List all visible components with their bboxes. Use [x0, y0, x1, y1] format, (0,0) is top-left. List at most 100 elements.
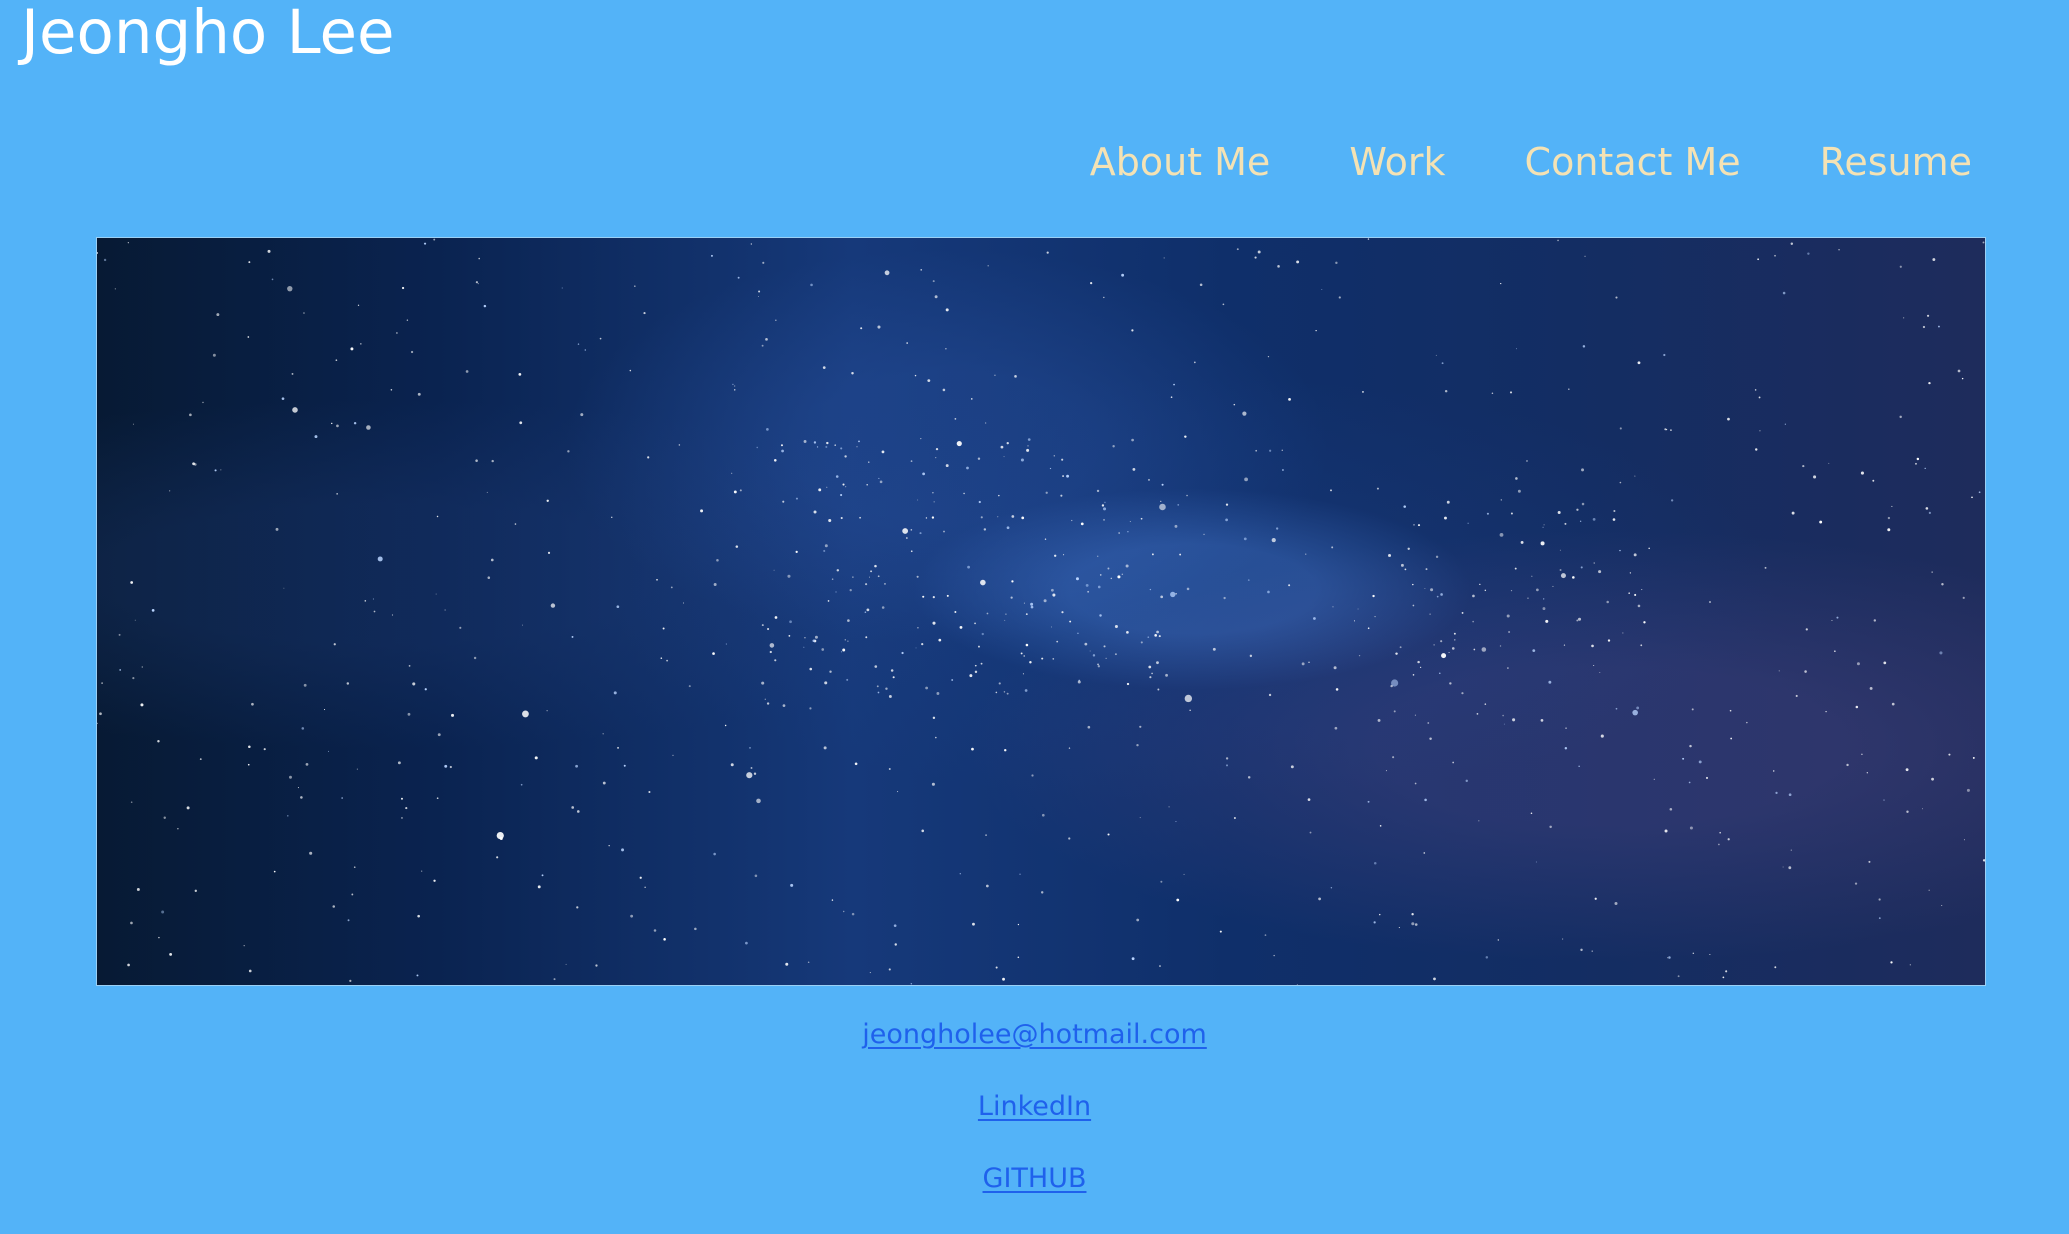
- star-dot: [807, 961, 810, 964]
- contact-links: jeongholee@hotmail.com LinkedIn GITHUB: [0, 1018, 2069, 1234]
- star-dot: [813, 510, 817, 514]
- star-dot: [1121, 273, 1125, 277]
- star-dot: [1129, 521, 1131, 523]
- star-dot: [922, 472, 926, 476]
- star-dot: [858, 440, 860, 443]
- star-dot: [1725, 970, 1728, 973]
- star-dot: [766, 428, 769, 431]
- email-link[interactable]: jeongholee@hotmail.com: [0, 1018, 2069, 1090]
- star-dot: [917, 626, 919, 629]
- star-dot: [1212, 647, 1216, 651]
- star-dot: [575, 764, 578, 768]
- star-dot: [1357, 608, 1359, 610]
- star-dot: [810, 283, 813, 287]
- star-dot: [1110, 577, 1113, 580]
- star-dot: [1063, 554, 1065, 556]
- star-dot: [1532, 649, 1536, 652]
- star-dot: [1025, 643, 1029, 647]
- star-dot: [1512, 718, 1516, 722]
- star-dot: [1727, 838, 1730, 841]
- star-dot: [816, 446, 819, 448]
- star-dot: [1446, 500, 1450, 504]
- star-dot: [959, 625, 963, 629]
- star-dot: [1131, 957, 1135, 961]
- star-dot: [870, 570, 873, 573]
- star-dot: [1805, 628, 1808, 631]
- star-dot: [1139, 725, 1142, 728]
- star-dot: [1194, 361, 1196, 364]
- star-dot: [287, 285, 293, 292]
- star-dot: [1526, 460, 1528, 462]
- star-dot: [1691, 708, 1694, 711]
- star-dot: [934, 736, 937, 739]
- star-dot: [608, 845, 610, 847]
- star-dot: [157, 740, 160, 743]
- star-dot: [1978, 491, 1981, 494]
- star-dot: [1961, 377, 1964, 380]
- nav-link-resume[interactable]: Resume: [1820, 136, 1972, 188]
- star-dot: [884, 270, 890, 276]
- star-dot: [1778, 670, 1780, 672]
- star-dot: [1254, 256, 1257, 259]
- star-dot: [1906, 810, 1909, 813]
- star-dot: [959, 873, 961, 875]
- star-dot: [1500, 282, 1502, 285]
- star-dot: [1400, 563, 1404, 567]
- star-dot: [987, 265, 989, 267]
- star-dot: [1579, 520, 1582, 522]
- nav-link-about-me[interactable]: About Me: [1090, 136, 1271, 188]
- star-dot: [97, 722, 98, 725]
- star-dot: [1637, 604, 1641, 608]
- star-dot: [1000, 445, 1004, 449]
- star-dot: [1391, 679, 1399, 687]
- star-dot: [410, 350, 414, 354]
- star-dot: [248, 969, 252, 973]
- star-dot: [1388, 553, 1392, 557]
- star-dot: [1641, 589, 1643, 591]
- star-dot: [1118, 532, 1120, 534]
- star-dot: [840, 516, 843, 520]
- star-dot: [925, 517, 928, 519]
- star-dot: [1417, 524, 1421, 527]
- star-dot: [769, 643, 775, 648]
- linkedin-link[interactable]: LinkedIn: [0, 1090, 2069, 1162]
- star-dot: [920, 268, 923, 271]
- star-dot: [189, 413, 192, 417]
- star-dot: [1560, 573, 1566, 579]
- star-dot: [273, 870, 276, 873]
- star-dot: [611, 516, 613, 519]
- star-dot: [169, 952, 173, 956]
- star-dot: [1062, 475, 1064, 477]
- star-dot: [1163, 257, 1165, 259]
- star-dot: [1497, 939, 1500, 941]
- star-dot: [1467, 522, 1469, 525]
- star-dot: [1502, 714, 1504, 717]
- star-dot: [1296, 984, 1298, 985]
- star-dot: [890, 669, 894, 672]
- nav-link-contact-me[interactable]: Contact Me: [1525, 136, 1741, 188]
- star-dot: [660, 657, 663, 659]
- github-link[interactable]: GITHUB: [0, 1162, 2069, 1234]
- star-dot: [814, 635, 818, 639]
- star-dot: [1878, 917, 1881, 919]
- star-dot: [435, 593, 437, 595]
- star-dot: [514, 523, 517, 525]
- star-dot: [1089, 650, 1091, 652]
- nav-link-work[interactable]: Work: [1349, 136, 1445, 188]
- star-dot: [1107, 567, 1110, 570]
- star-dot: [1017, 956, 1020, 959]
- star-dot: [963, 492, 965, 495]
- star-dot: [995, 691, 998, 694]
- star-dot: [1578, 617, 1582, 621]
- star-dot: [623, 764, 626, 767]
- star-dot: [773, 569, 775, 571]
- star-dot: [980, 516, 983, 519]
- star-dot: [177, 828, 179, 830]
- star-dot: [731, 472, 733, 474]
- star-dot: [774, 616, 778, 619]
- star-dot: [980, 662, 983, 665]
- star-dot: [400, 797, 403, 800]
- star-dot: [834, 444, 836, 446]
- star-dot: [1321, 289, 1323, 291]
- star-dot: [353, 421, 357, 425]
